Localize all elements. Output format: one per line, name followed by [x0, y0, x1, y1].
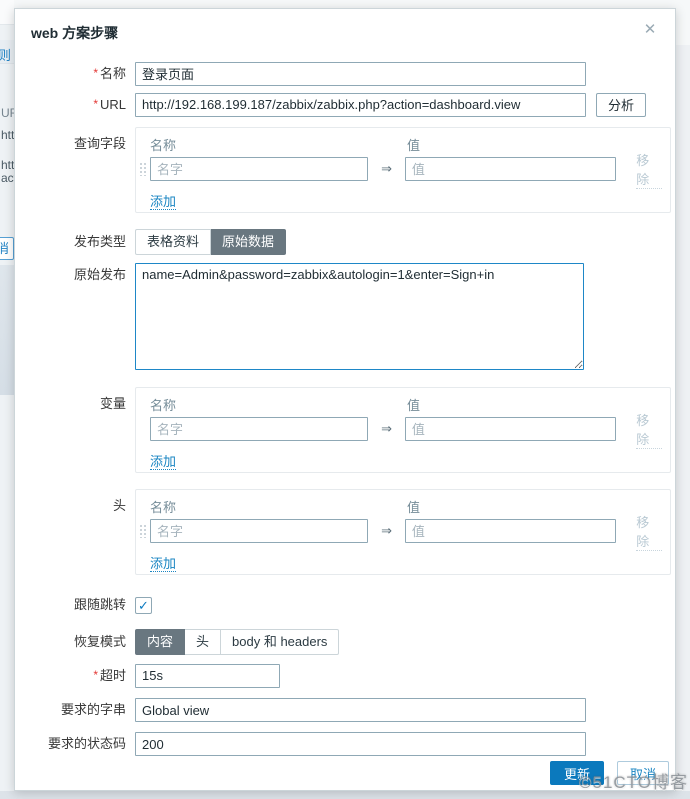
add-link[interactable]: 添加	[150, 194, 176, 210]
status-codes-input[interactable]	[135, 732, 586, 756]
raw-post-row: 原始发布 name=Admin&password=zabbix&autologi…	[31, 263, 669, 370]
background-page-bottom	[0, 791, 690, 799]
background-url-header-fragment: URL	[1, 106, 14, 120]
update-button[interactable]: 更新	[550, 761, 604, 785]
url-label: *URL	[31, 92, 126, 117]
drag-handle-icon[interactable]	[139, 524, 146, 538]
add-row: 添加	[150, 553, 662, 572]
required-marker: *	[93, 668, 98, 682]
post-type-row: 发布类型 表格资料 原始数据	[31, 229, 669, 255]
variables-box: 名称 值 ⇒ 移除 添加	[135, 387, 671, 473]
variable-name-input[interactable]	[150, 417, 368, 441]
background-shaded-area	[0, 265, 14, 395]
value-column-header: 值	[407, 395, 420, 414]
required-marker: *	[93, 97, 98, 111]
raw-post-textarea[interactable]: name=Admin&password=zabbix&autologin=1&e…	[135, 263, 584, 370]
follow-redirects-checkbox[interactable]: ✓	[135, 597, 152, 614]
post-type-label: 发布类型	[31, 230, 126, 254]
background-url-text-fragment: http	[1, 128, 14, 142]
status-codes-label: 要求的状态码	[31, 732, 126, 756]
retrieve-mode-label: 恢复模式	[31, 630, 126, 654]
header-name-input[interactable]	[150, 519, 368, 543]
close-icon[interactable]: ✕	[642, 22, 658, 38]
headers-row: 头 名称 值 ⇒ 移除 添加	[31, 489, 669, 575]
follow-redirects-row: 跟随跳转 ✓	[31, 593, 669, 617]
retrieve-mode-row: 恢复模式 内容 头 body 和 headers	[31, 629, 669, 655]
pair-header: 名称 值	[150, 394, 662, 414]
pair-header: 名称 值	[150, 134, 662, 154]
background-page-top	[0, 0, 690, 8]
background-url-text-fragment: acti	[1, 171, 14, 185]
headers-box: 名称 值 ⇒ 移除 添加	[135, 489, 671, 575]
tab-headers[interactable]: 头	[185, 629, 221, 655]
timeout-label: *超时	[31, 663, 126, 688]
add-link[interactable]: 添加	[150, 556, 176, 572]
name-row: *名称	[31, 61, 669, 86]
parse-button[interactable]: 分析	[596, 93, 646, 117]
follow-redirects-label: 跟随跳转	[31, 593, 126, 617]
variable-value-input[interactable]	[405, 417, 616, 441]
background-page-right-top	[676, 0, 690, 45]
timeout-input[interactable]	[135, 664, 280, 688]
name-label: *名称	[31, 61, 126, 86]
background-url-text-fragment: http	[1, 158, 14, 172]
post-type-tabs: 表格资料 原始数据	[135, 229, 286, 255]
headers-label: 头	[31, 489, 126, 516]
value-column-header: 值	[407, 497, 420, 516]
background-row	[0, 0, 14, 25]
remove-link[interactable]: 移除	[636, 512, 662, 551]
tab-form-data[interactable]: 表格资料	[135, 229, 211, 255]
web-scenario-step-dialog: web 方案步骤 ✕ *名称 *URL 分析 查询字段 名称 值	[14, 8, 676, 791]
pair-header: 名称 值	[150, 496, 662, 516]
check-icon: ✓	[138, 599, 149, 612]
cancel-button[interactable]: 取消	[617, 761, 669, 785]
remove-link[interactable]: 移除	[636, 150, 662, 189]
pair-arrow-icon: ⇒	[368, 161, 405, 177]
name-input[interactable]	[135, 62, 586, 86]
tab-body-and-headers[interactable]: body 和 headers	[221, 629, 339, 655]
remove-link[interactable]: 移除	[636, 410, 662, 449]
url-input[interactable]	[135, 93, 586, 117]
query-fields-box: 名称 值 ⇒ 移除 添加	[135, 127, 671, 213]
add-link[interactable]: 添加	[150, 454, 176, 470]
raw-post-label: 原始发布	[31, 263, 126, 287]
timeout-row: *超时	[31, 663, 669, 688]
required-string-row: 要求的字串	[31, 698, 669, 722]
tab-raw-data[interactable]: 原始数据	[211, 229, 286, 255]
pair-arrow-icon: ⇒	[368, 421, 405, 437]
query-field-value-input[interactable]	[405, 157, 616, 181]
variables-label: 变量	[31, 387, 126, 414]
retrieve-mode-tabs: 内容 头 body 和 headers	[135, 629, 339, 655]
required-string-label: 要求的字串	[31, 698, 126, 722]
pair-row: ⇒ 移除	[150, 156, 662, 182]
drag-handle-icon[interactable]	[139, 162, 146, 176]
required-string-input[interactable]	[135, 698, 586, 722]
pair-row: ⇒ 移除	[150, 518, 662, 544]
dialog-footer: 更新 取消	[550, 761, 669, 785]
query-fields-row: 查询字段 名称 值 ⇒ 移除 添加	[31, 127, 669, 213]
dialog-title: web 方案步骤	[31, 21, 669, 43]
name-column-header: 名称	[150, 395, 407, 414]
required-marker: *	[93, 66, 98, 80]
background-page-right	[676, 0, 690, 799]
background-page-left: 规则 URL http http acti 取消	[0, 0, 14, 799]
pair-row: ⇒ 移除	[150, 416, 662, 442]
value-column-header: 值	[407, 135, 420, 154]
name-column-header: 名称	[150, 135, 407, 154]
url-row: *URL 分析	[31, 92, 669, 117]
add-row: 添加	[150, 451, 662, 470]
pair-arrow-icon: ⇒	[368, 523, 405, 539]
variables-row: 变量 名称 值 ⇒ 移除 添加	[31, 387, 669, 473]
background-cancel-button-fragment[interactable]: 取消	[0, 237, 14, 260]
name-column-header: 名称	[150, 497, 407, 516]
tab-body[interactable]: 内容	[135, 629, 185, 655]
header-value-input[interactable]	[405, 519, 616, 543]
query-field-name-input[interactable]	[150, 157, 368, 181]
background-rule-link-fragment[interactable]: 规则	[0, 45, 14, 64]
add-row: 添加	[150, 191, 662, 210]
status-codes-row: 要求的状态码	[31, 732, 669, 756]
query-fields-label: 查询字段	[31, 127, 126, 154]
